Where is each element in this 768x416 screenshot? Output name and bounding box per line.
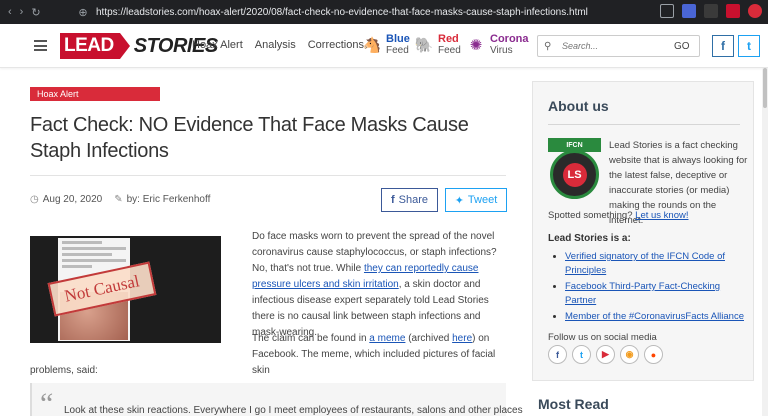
twitter-icon[interactable]: t <box>572 345 591 364</box>
feed-blue-sub: Feed <box>386 45 409 56</box>
feed-red-sub: Feed <box>438 45 461 56</box>
quote-text: Look at these skin reactions. Everywhere… <box>64 405 523 416</box>
meme-link[interactable]: a meme <box>369 333 405 344</box>
box-extension-icon[interactable] <box>704 4 718 18</box>
scrollbar-thumb[interactable] <box>763 68 767 108</box>
facebook-icon[interactable]: f <box>548 345 567 364</box>
browser-nav: ‹ › ↻ <box>0 6 41 19</box>
feed-red[interactable]: 🐘 Red Feed <box>414 33 461 57</box>
camera-icon[interactable] <box>660 4 674 18</box>
article-title: Fact Check: NO Evidence That Face Masks … <box>30 114 469 162</box>
follow-text: Follow us on social media <box>548 332 657 343</box>
search-go-button[interactable]: GO <box>674 41 690 52</box>
article-paragraph-2-cont: problems, said: <box>30 365 98 376</box>
site-header: LEAD STORIES Hoax Alert Analysis Correct… <box>0 24 768 68</box>
social-icons: f t ▶ ◉ ● <box>548 345 663 364</box>
search-box: ⚲ GO <box>537 35 700 57</box>
meme-image[interactable]: Not Causal <box>30 236 221 343</box>
search-icon: ⚲ <box>544 40 552 52</box>
notification-extension-icon[interactable] <box>748 4 762 18</box>
divider <box>30 175 506 176</box>
nav-analysis[interactable]: Analysis <box>255 39 296 51</box>
tweet-button[interactable]: ✦ Tweet <box>445 188 507 212</box>
facebook-partner-link[interactable]: Facebook Third-Party Fact-Checking Partn… <box>565 281 720 306</box>
article-paragraph-2: The claim can be found in a meme (archiv… <box>252 333 496 376</box>
red-extension-icon[interactable] <box>726 4 740 18</box>
is-a-heading: Lead Stories is a: <box>548 233 631 244</box>
archived-link[interactable]: here <box>452 333 472 344</box>
spotted-text: Spotted something? Let us know! <box>548 210 689 221</box>
coronavirus-alliance-link[interactable]: Member of the #CoronavirusFacts Alliance <box>565 311 744 322</box>
ifcn-signatory-link[interactable]: Verified signatory of the IFCN Code of P… <box>565 251 725 276</box>
about-title: About us <box>548 98 609 114</box>
youtube-icon[interactable]: ▶ <box>596 345 615 364</box>
twitter-share-icon: ✦ <box>454 194 464 207</box>
article-author[interactable]: by: Eric Ferkenhoff <box>127 194 211 205</box>
list-item: Verified signatory of the IFCN Code of P… <box>565 250 745 278</box>
rss-icon[interactable]: ◉ <box>620 345 639 364</box>
sidebar-about: About us IFCN LS Lead Stories is a fact … <box>532 81 754 381</box>
blockquote: “ Look at these skin reactions. Everywhe… <box>30 383 523 416</box>
nav-corrections[interactable]: Corrections <box>308 39 364 51</box>
feed-corona-sub: Virus <box>490 45 513 56</box>
donkey-icon: 🐴 <box>362 37 382 54</box>
top-nav: Hoax Alert Analysis Corrections <box>192 39 364 51</box>
article-paragraph-1: Do face masks worn to prevent the spread… <box>252 231 497 338</box>
feed-corona[interactable]: ✺ Corona Virus <box>466 33 529 57</box>
twitter-icon[interactable]: t <box>738 35 760 57</box>
url-text[interactable]: https://leadstories.com/hoax-alert/2020/… <box>96 7 588 18</box>
back-icon[interactable]: ‹ <box>8 6 12 18</box>
globe-icon: ⊕ <box>78 6 88 19</box>
list-item: Member of the #CoronavirusFacts Alliance <box>565 310 745 324</box>
category-badge[interactable]: Hoax Alert <box>30 87 160 101</box>
forward-icon[interactable]: › <box>20 6 24 18</box>
facebook-share-icon: f <box>390 194 395 206</box>
author-icon: ✎ <box>114 194 123 205</box>
let-us-know-link[interactable]: Let us know! <box>635 210 688 221</box>
list-item: Facebook Third-Party Fact-Checking Partn… <box>565 280 745 308</box>
feed-blue[interactable]: 🐴 Blue Feed <box>362 33 410 57</box>
facebook-icon[interactable]: f <box>712 35 734 57</box>
reddit-icon[interactable]: ● <box>644 345 663 364</box>
feed-blue-title: Blue <box>386 33 410 45</box>
about-divider <box>548 124 740 125</box>
browser-chrome: ‹ › ↻ ⊕ https://leadstories.com/hoax-ale… <box>0 0 768 24</box>
credentials-list: Verified signatory of the IFCN Code of P… <box>555 250 745 326</box>
search-input[interactable] <box>562 41 670 51</box>
virus-icon: ✺ <box>469 37 483 54</box>
extensions <box>660 4 762 18</box>
page-scrollbar[interactable] <box>762 68 768 416</box>
share-label: Share <box>398 194 429 206</box>
most-read-title: Most Read <box>538 396 609 412</box>
shield-extension-icon[interactable] <box>682 4 696 18</box>
tweet-label: Tweet <box>467 194 498 206</box>
elephant-icon: 🐘 <box>414 37 434 54</box>
clock-icon: ◷ <box>30 194 39 205</box>
menu-icon[interactable] <box>34 40 47 51</box>
reload-icon[interactable]: ↻ <box>31 6 40 19</box>
share-button[interactable]: f Share <box>381 188 438 212</box>
nav-hoax-alert[interactable]: Hoax Alert <box>192 39 243 51</box>
feed-corona-title: Corona <box>490 33 529 45</box>
logo-lead: LEAD <box>60 33 130 59</box>
article-date: Aug 20, 2020 <box>42 194 103 205</box>
article-meta: ◷ Aug 20, 2020 ✎ by: Eric Ferkenhoff <box>30 194 210 205</box>
quote-icon: “ <box>40 387 54 416</box>
ifcn-badge-icon[interactable]: IFCN LS <box>548 138 601 200</box>
address-bar[interactable]: ⊕ https://leadstories.com/hoax-alert/202… <box>70 3 665 21</box>
feed-red-title: Red <box>438 33 459 45</box>
